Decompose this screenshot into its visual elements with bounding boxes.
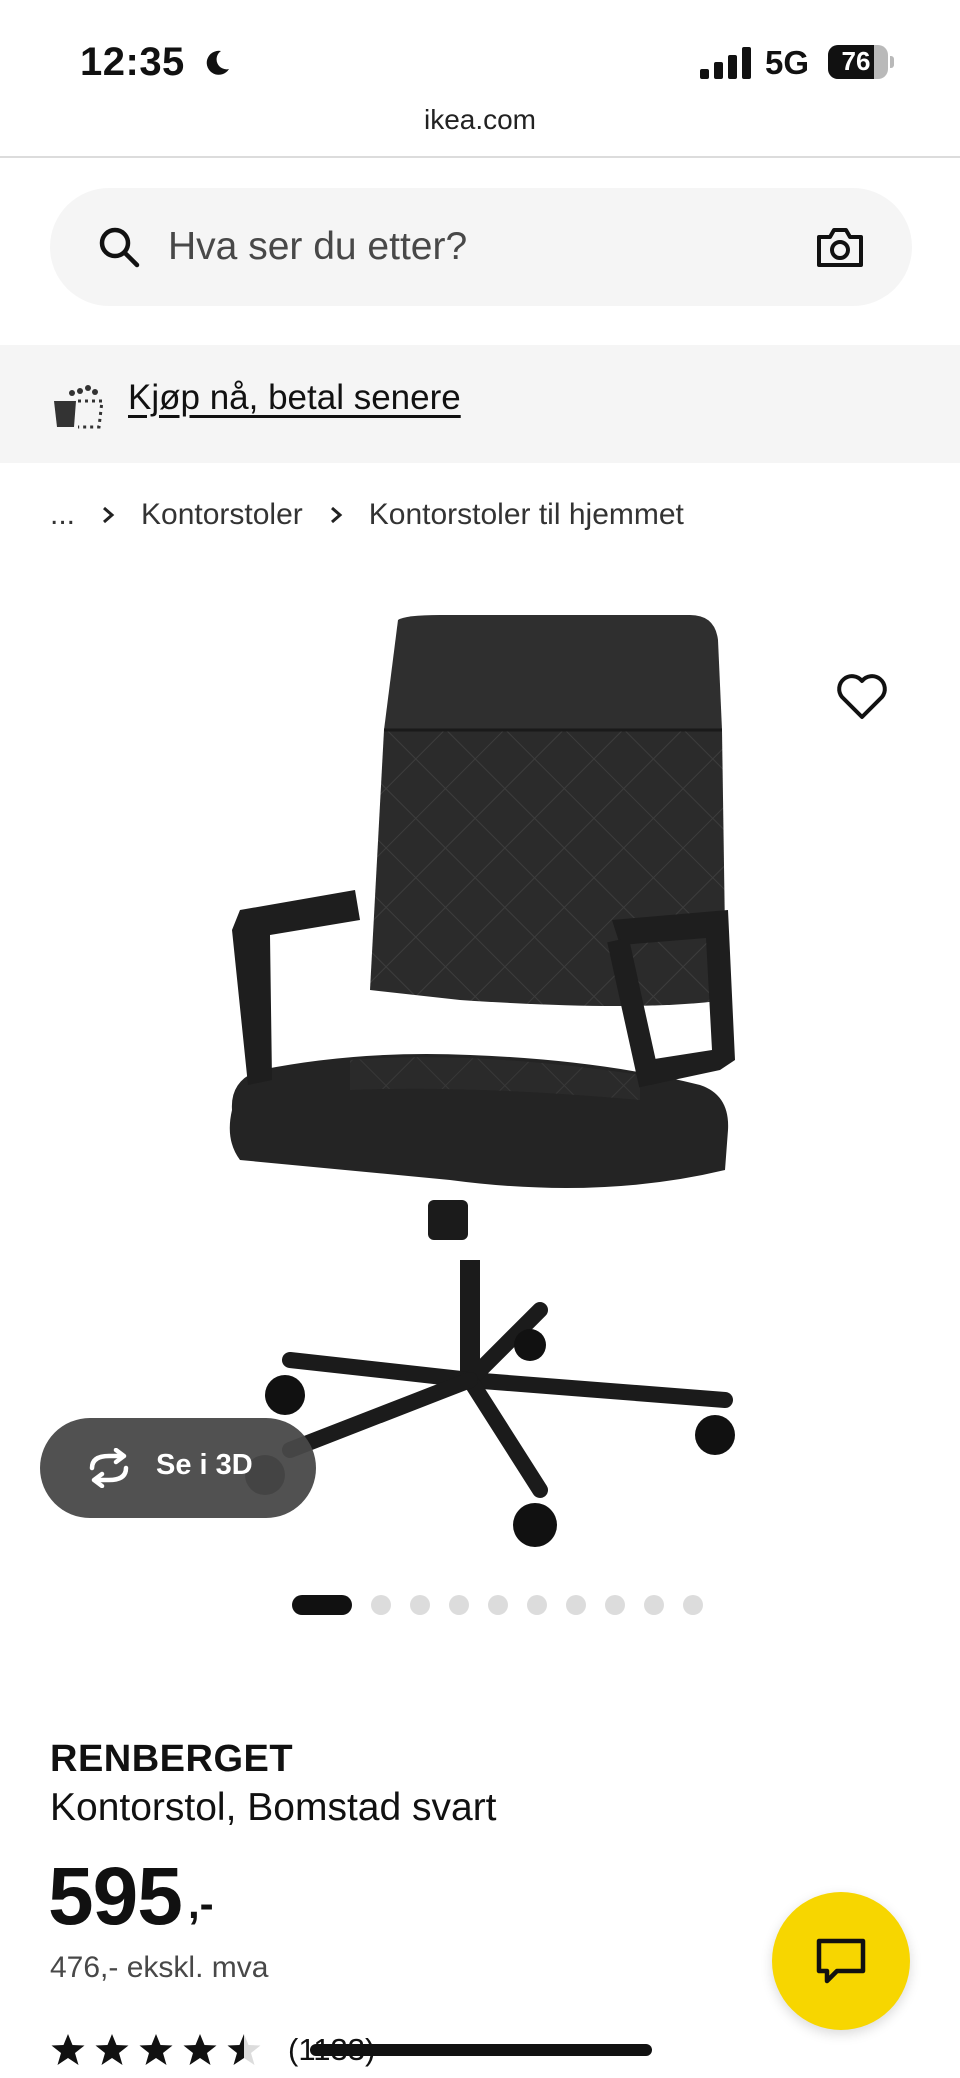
chat-button[interactable]	[772, 1892, 910, 2030]
moon-icon	[206, 50, 229, 75]
status-time: 12:35	[80, 40, 185, 84]
address-bar-url[interactable]: ikea.com	[0, 104, 960, 136]
network-type: 5G	[765, 44, 810, 81]
star-icon	[139, 2034, 173, 2065]
view-in-3d-label: Se i 3D	[156, 1449, 253, 1481]
carousel-dot[interactable]	[449, 1595, 469, 1615]
view-in-3d-button[interactable]: Se i 3D	[40, 1418, 316, 1518]
rotate-3d-icon	[89, 1448, 129, 1488]
product-price: 595	[48, 1851, 183, 1942]
carousel-pagination[interactable]	[292, 1594, 722, 1616]
carousel-dot[interactable]	[527, 1595, 547, 1615]
breadcrumb-ellipsis[interactable]: ...	[50, 498, 75, 532]
chevron-right-icon	[330, 506, 343, 524]
star-icon	[183, 2034, 217, 2065]
signal-icon	[700, 47, 751, 79]
buy-now-pay-later-link[interactable]: Kjøp nå, betal senere	[128, 378, 461, 418]
breadcrumb: ... Kontorstoler Kontorstoler til hjemme…	[50, 495, 684, 535]
home-indicator	[310, 2044, 652, 2056]
breadcrumb-home-office-chairs[interactable]: Kontorstoler til hjemmet	[369, 498, 684, 532]
promo-banner: Kjøp nå, betal senere	[0, 345, 960, 463]
heart-icon	[837, 674, 887, 719]
carousel-dot[interactable]	[683, 1595, 703, 1615]
star-icon	[227, 2034, 261, 2065]
star-icon	[95, 2034, 129, 2065]
carousel-dot[interactable]	[488, 1595, 508, 1615]
favorite-button[interactable]	[820, 655, 904, 739]
product-description: Kontorstol, Bomstad svart	[50, 1786, 497, 1829]
product-name: RENBERGET	[50, 1738, 294, 1780]
chat-icon	[816, 1938, 866, 1984]
breadcrumb-office-chairs[interactable]: Kontorstoler	[141, 498, 303, 532]
carousel-dot[interactable]	[605, 1595, 625, 1615]
battery-level: 76	[841, 46, 871, 76]
battery-icon: 76	[828, 45, 894, 79]
star-icon	[51, 2034, 85, 2065]
price-excluding-vat: 476,- ekskl. mva	[50, 1951, 269, 1984]
carousel-dot[interactable]	[410, 1595, 430, 1615]
carousel-dot[interactable]	[292, 1595, 352, 1615]
carousel-dot[interactable]	[644, 1595, 664, 1615]
search-icon	[99, 227, 140, 268]
carousel-dot[interactable]	[371, 1595, 391, 1615]
price-suffix: ,-	[188, 1880, 214, 1927]
chevron-right-icon	[103, 506, 115, 524]
search-input[interactable]	[168, 218, 728, 276]
carousel-dot[interactable]	[566, 1595, 586, 1615]
status-bar: 12:35 5G 76 ikea.com	[0, 0, 960, 158]
search-bar[interactable]	[50, 188, 912, 306]
divider	[0, 156, 960, 158]
camera-icon[interactable]	[815, 223, 865, 271]
shopping-bag-icon	[54, 385, 104, 429]
